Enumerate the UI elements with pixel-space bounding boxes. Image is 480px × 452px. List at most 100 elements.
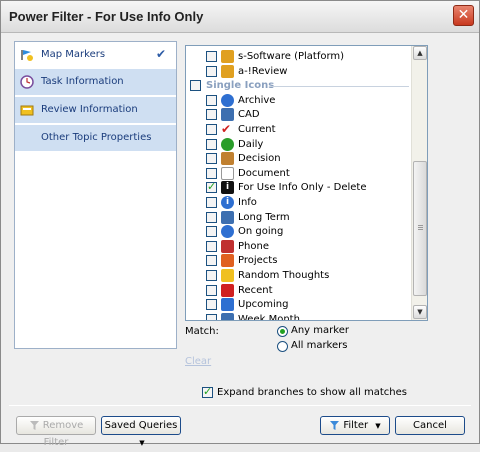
info-icon: i	[221, 196, 234, 209]
marker-label: Document	[238, 167, 290, 179]
marker-label: Projects	[238, 255, 278, 267]
dialog-title: Power Filter - For Use Info Only	[9, 9, 204, 24]
recent-icon	[221, 283, 234, 297]
list-item[interactable]: i For Use Info Only - Delete	[186, 180, 412, 195]
nav-item-review-information[interactable]: Review Information	[15, 97, 176, 124]
marker-checkbox[interactable]	[206, 240, 217, 252]
marker-checkbox[interactable]	[206, 167, 217, 179]
list-item[interactable]: s-Software (Platform)	[186, 50, 412, 64]
cad-icon	[221, 108, 234, 122]
document-icon	[221, 166, 234, 180]
marker-label: Daily	[238, 138, 264, 150]
marker-label: Current	[238, 124, 276, 135]
marker-checkbox[interactable]	[206, 109, 217, 121]
marker-checkbox[interactable]	[206, 270, 217, 281]
radio-button[interactable]	[277, 341, 288, 352]
archive-icon	[221, 93, 234, 107]
marker-checkbox[interactable]	[206, 94, 217, 106]
software-icon	[221, 50, 234, 63]
marker-label: On going	[238, 226, 284, 238]
checkmark-icon: ✔	[221, 122, 232, 136]
review-icon	[221, 64, 234, 78]
list-item[interactable]: Upcoming	[186, 298, 412, 312]
remove-filter-button[interactable]: Remove Filter	[16, 416, 96, 448]
marker-checkbox[interactable]	[206, 284, 217, 296]
phone-icon	[221, 239, 234, 253]
marker-label: s-Software (Platform)	[238, 51, 345, 62]
dropdown-arrow-icon: ▼	[375, 422, 381, 430]
list-item[interactable]: Daily	[186, 137, 412, 152]
marker-checkbox[interactable]	[206, 124, 217, 135]
list-scrollbar[interactable]: ▲ ▼	[411, 46, 427, 320]
dropdown-arrow-icon: ▼	[139, 439, 145, 447]
marker-checkbox[interactable]	[190, 80, 201, 92]
list-item[interactable]: Decision	[186, 152, 412, 166]
nav-item-map-markers[interactable]: Map Markers ✔	[15, 42, 176, 69]
marker-list[interactable]: Week Month Upcoming Recent Random Thoughts P…	[185, 45, 428, 321]
marker-checkbox[interactable]	[206, 138, 217, 150]
marker-label: Archive	[238, 94, 276, 106]
week-month-icon	[221, 312, 234, 320]
nav-item-other-topic-properties[interactable]: Other Topic Properties	[15, 125, 176, 152]
title-bar: Power Filter - For Use Info Only ✕	[1, 1, 479, 33]
marker-checkbox[interactable]	[206, 197, 217, 208]
projects-icon	[221, 254, 234, 268]
gavel-icon	[221, 152, 234, 166]
close-button[interactable]: ✕	[453, 5, 474, 26]
cancel-button[interactable]: Cancel	[395, 416, 465, 435]
marker-label: For Use Info Only - Delete	[238, 182, 367, 194]
marker-checkbox[interactable]	[206, 180, 217, 194]
list-item[interactable]: Archive	[186, 93, 412, 108]
scroll-thumb[interactable]	[413, 161, 427, 296]
marker-label: Phone	[238, 240, 269, 252]
marker-checkbox[interactable]	[206, 51, 217, 62]
saved-queries-button[interactable]: Saved Queries ▼	[101, 416, 181, 447]
filter-category-nav: Map Markers ✔ Task Information Review In…	[14, 41, 177, 349]
review-icon	[20, 105, 34, 116]
expand-branches-checkbox[interactable]	[202, 385, 213, 398]
radio-button[interactable]	[277, 326, 288, 337]
group-header[interactable]: Single Icons	[186, 79, 412, 93]
marker-label: Week Month	[238, 313, 300, 321]
group-label: Single Icons	[206, 80, 275, 92]
match-label: Match:	[185, 326, 219, 337]
list-item[interactable]: Long Term	[186, 210, 412, 225]
marker-checkbox[interactable]	[206, 313, 217, 320]
marker-checkbox[interactable]	[206, 255, 217, 267]
calendar-icon	[221, 210, 234, 224]
marker-label: a-!Review	[238, 65, 288, 77]
funnel-icon	[29, 420, 39, 430]
list-item[interactable]: Recent	[186, 283, 412, 298]
nav-item-task-information[interactable]: Task Information	[15, 69, 176, 96]
map-markers-icon	[21, 50, 33, 61]
marker-checkbox[interactable]	[206, 211, 217, 223]
filter-button[interactable]: Filter ▼	[320, 416, 390, 435]
marker-label: Long Term	[238, 211, 290, 223]
list-item[interactable]: Random Thoughts	[186, 269, 412, 283]
list-item[interactable]: On going	[186, 225, 412, 239]
scroll-down-button[interactable]: ▼	[413, 305, 427, 319]
marker-label: CAD	[238, 109, 260, 121]
clock-icon	[20, 75, 34, 89]
scroll-up-button[interactable]: ▲	[413, 46, 427, 60]
clock-icon	[221, 137, 234, 151]
list-item[interactable]: Phone	[186, 239, 412, 254]
list-item[interactable]: Week Month	[186, 312, 412, 321]
marker-checkbox[interactable]	[206, 153, 217, 165]
list-item[interactable]: Document	[186, 166, 412, 181]
selected-check-icon: ✔	[155, 47, 166, 61]
divider	[9, 405, 471, 406]
list-item[interactable]: CAD	[186, 108, 412, 122]
glasses-icon	[221, 298, 234, 312]
list-item[interactable]: a-!Review	[186, 64, 412, 79]
marker-label: Recent	[238, 284, 273, 296]
list-item[interactable]: i Info	[186, 196, 412, 210]
marker-checkbox[interactable]	[206, 65, 217, 77]
list-item[interactable]: ✔ Current	[186, 123, 412, 137]
clear-link[interactable]: Clear	[185, 356, 211, 367]
power-filter-dialog: Power Filter - For Use Info Only ✕ Map M…	[0, 0, 480, 448]
list-item[interactable]: Projects	[186, 254, 412, 268]
marker-checkbox[interactable]	[206, 226, 217, 238]
ongoing-icon	[221, 225, 234, 239]
marker-checkbox[interactable]	[206, 299, 217, 311]
